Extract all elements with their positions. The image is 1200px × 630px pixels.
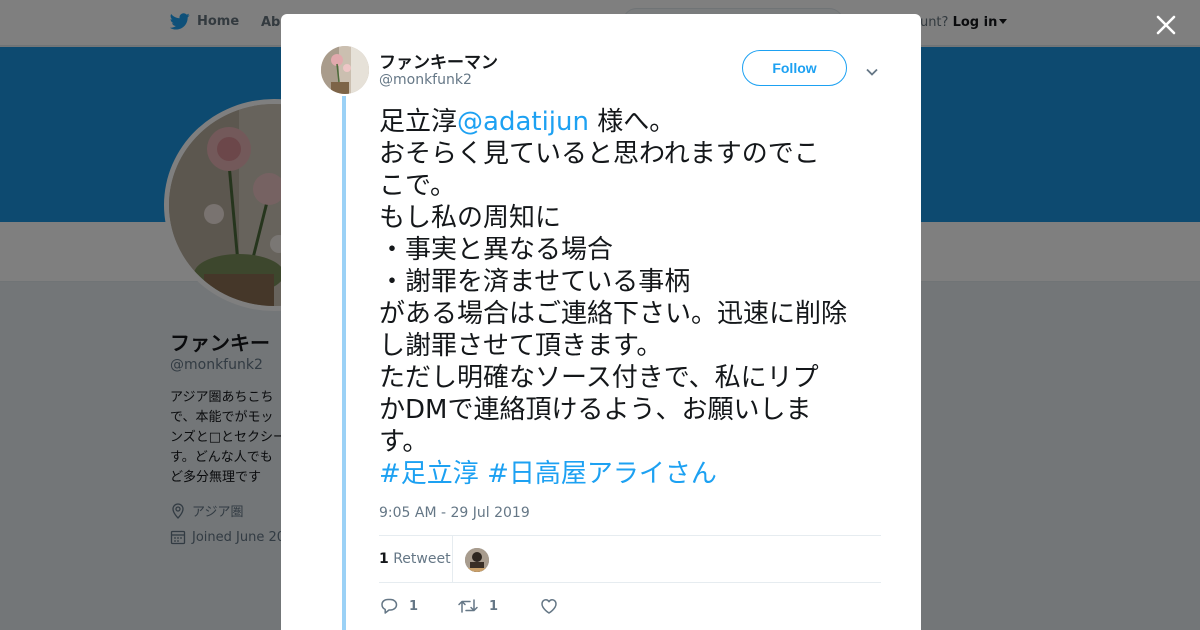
retweet-stat-label: Retweet	[393, 551, 451, 567]
reply-icon	[381, 598, 398, 614]
tweet-text: 足立淳@adatijun 様へ。 おそらく見ていると思われますのでこ こで。 も…	[379, 106, 884, 490]
hashtag-link[interactable]: #日高屋アライさん	[487, 459, 717, 489]
reply-button[interactable]: 1	[379, 597, 457, 615]
reply-count: 1	[409, 598, 419, 614]
tweet-line: 足立淳@adatijun 様へ。	[379, 106, 884, 138]
retweet-action-count: 1	[489, 598, 499, 614]
tweet-line: ただし明確なソース付きで、私にリプ	[379, 363, 819, 393]
close-icon[interactable]	[1154, 13, 1178, 37]
tweet-line: がある場合はご連絡下さい。迅速に削除	[379, 299, 848, 329]
retweet-button[interactable]: 1	[457, 597, 539, 615]
tweet-line: し謝罪させて頂きます。	[379, 331, 663, 361]
tweet-text-segment: 様へ。	[588, 107, 676, 137]
tweet-line: #足立淳 #日高屋アライさん	[379, 458, 884, 490]
tweet-line: かDMで連絡頂けるよう、お願いしま	[379, 395, 812, 425]
stats-divider	[452, 536, 453, 583]
retweet-stat[interactable]: 1 Retweet	[379, 551, 451, 567]
like-button[interactable]	[539, 597, 569, 615]
author-avatar-image	[321, 46, 369, 94]
tweet-timestamp[interactable]: 9:05 AM - 29 Jul 2019	[379, 505, 530, 521]
heart-icon	[541, 599, 557, 614]
thread-line	[342, 96, 346, 630]
tweet-line: もし私の周知に	[379, 203, 562, 233]
tweet-line: おそらく見ていると思われますのでこ	[379, 139, 820, 169]
tweet-modal: ファンキーマン @monkfunk2 Follow 足立淳@adatijun 様…	[281, 14, 921, 630]
tweet-line: ・謝罪を済ませている事柄	[379, 267, 691, 297]
tweet-line: ・事実と異なる場合	[379, 235, 614, 265]
follow-button[interactable]: Follow	[742, 50, 847, 86]
retweeter-avatar-image	[465, 548, 489, 572]
tweet-actions: 1 1	[379, 594, 569, 618]
tweet-stats: 1 Retweet	[379, 535, 881, 583]
retweeter-avatar[interactable]	[465, 548, 489, 572]
author-name[interactable]: ファンキーマン	[379, 48, 498, 73]
tweet-line: こで。	[379, 171, 456, 201]
retweet-stat-count: 1	[379, 551, 389, 567]
author-avatar[interactable]	[321, 46, 369, 94]
chevron-down-icon[interactable]	[865, 62, 879, 81]
author-handle[interactable]: @monkfunk2	[379, 72, 472, 88]
retweet-icon	[458, 599, 478, 613]
hashtag-link[interactable]: #足立淳	[379, 459, 479, 489]
tweet-text-segment: 足立淳	[379, 107, 458, 137]
mention-link[interactable]: @adatijun	[457, 107, 589, 137]
tweet-line: す。	[379, 427, 429, 457]
